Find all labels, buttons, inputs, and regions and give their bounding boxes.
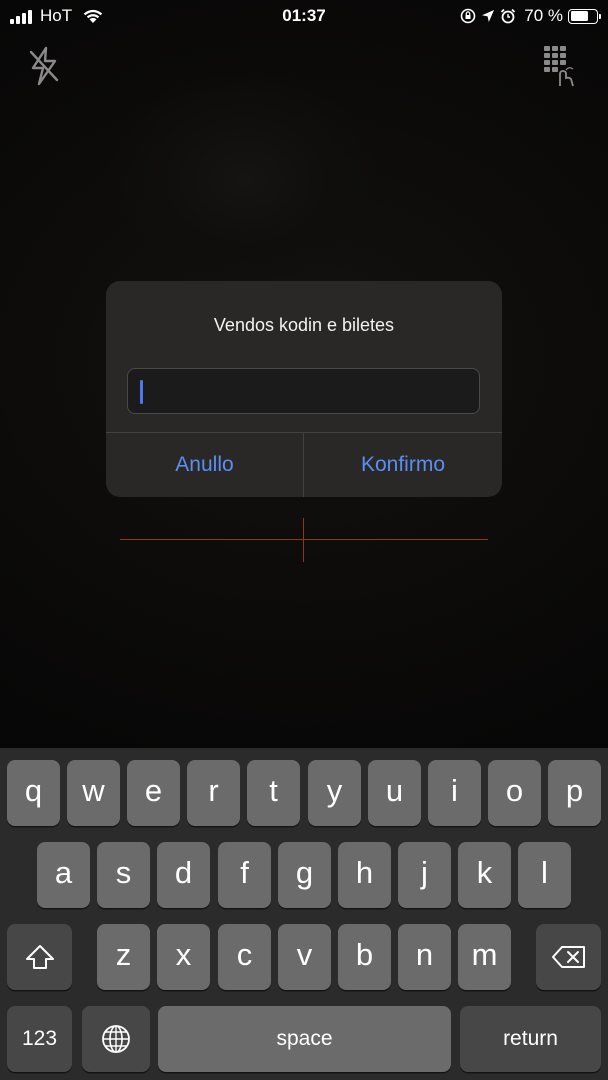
key-i[interactable]: i [428,760,481,826]
ticket-code-dialog: Vendos kodin e biletes Anullo Konfirmo [106,281,502,497]
key-l[interactable]: l [518,842,571,908]
space-key[interactable]: space [158,1006,451,1072]
key-n[interactable]: n [398,924,451,990]
key-w[interactable]: w [67,760,120,826]
scan-crosshair-horizontal [120,539,488,540]
key-s[interactable]: s [97,842,150,908]
key-v[interactable]: v [278,924,331,990]
key-c[interactable]: c [218,924,271,990]
key-h[interactable]: h [338,842,391,908]
text-caret [140,380,143,404]
cancel-button[interactable]: Anullo [106,433,303,497]
location-icon [482,10,495,22]
key-m[interactable]: m [458,924,511,990]
key-j[interactable]: j [398,842,451,908]
globe-icon [102,1025,130,1053]
key-z[interactable]: z [97,924,150,990]
key-r[interactable]: r [187,760,240,826]
manual-entry-keypad-icon [544,46,574,87]
numbers-key[interactable]: 123 [7,1006,72,1072]
key-k[interactable]: k [458,842,511,908]
delete-key[interactable] [536,924,601,990]
keyboard: q w e r t y u i o p a s d f g h j k l z … [0,748,608,1080]
key-q[interactable]: q [7,760,60,826]
delete-icon [551,946,585,968]
key-a[interactable]: a [37,842,90,908]
key-g[interactable]: g [278,842,331,908]
key-o[interactable]: o [488,760,541,826]
shift-key[interactable] [7,924,72,990]
orientation-lock-icon [460,8,476,24]
key-u[interactable]: u [368,760,421,826]
status-right: 70 % [460,6,601,26]
key-p[interactable]: p [548,760,601,826]
shift-icon [25,945,54,969]
key-e[interactable]: e [127,760,180,826]
confirm-button[interactable]: Konfirmo [304,433,502,497]
battery-icon [568,8,601,24]
globe-key[interactable] [82,1006,150,1072]
key-d[interactable]: d [157,842,210,908]
key-b[interactable]: b [338,924,391,990]
battery-percent: 70 % [524,6,563,25]
manual-entry-button[interactable] [540,44,576,88]
key-f[interactable]: f [218,842,271,908]
ticket-code-input[interactable] [127,368,480,414]
flash-toggle-button[interactable] [24,44,64,88]
key-y[interactable]: y [308,760,361,826]
alarm-icon [501,8,516,24]
scan-crosshair-vertical [303,518,304,562]
flash-off-icon [29,46,59,86]
key-x[interactable]: x [157,924,210,990]
status-bar: HoT 01:37 70 % [0,0,608,32]
battery-level [570,11,588,21]
return-key[interactable]: return [460,1006,601,1072]
dialog-title: Vendos kodin e biletes [213,315,395,335]
key-t[interactable]: t [247,760,300,826]
